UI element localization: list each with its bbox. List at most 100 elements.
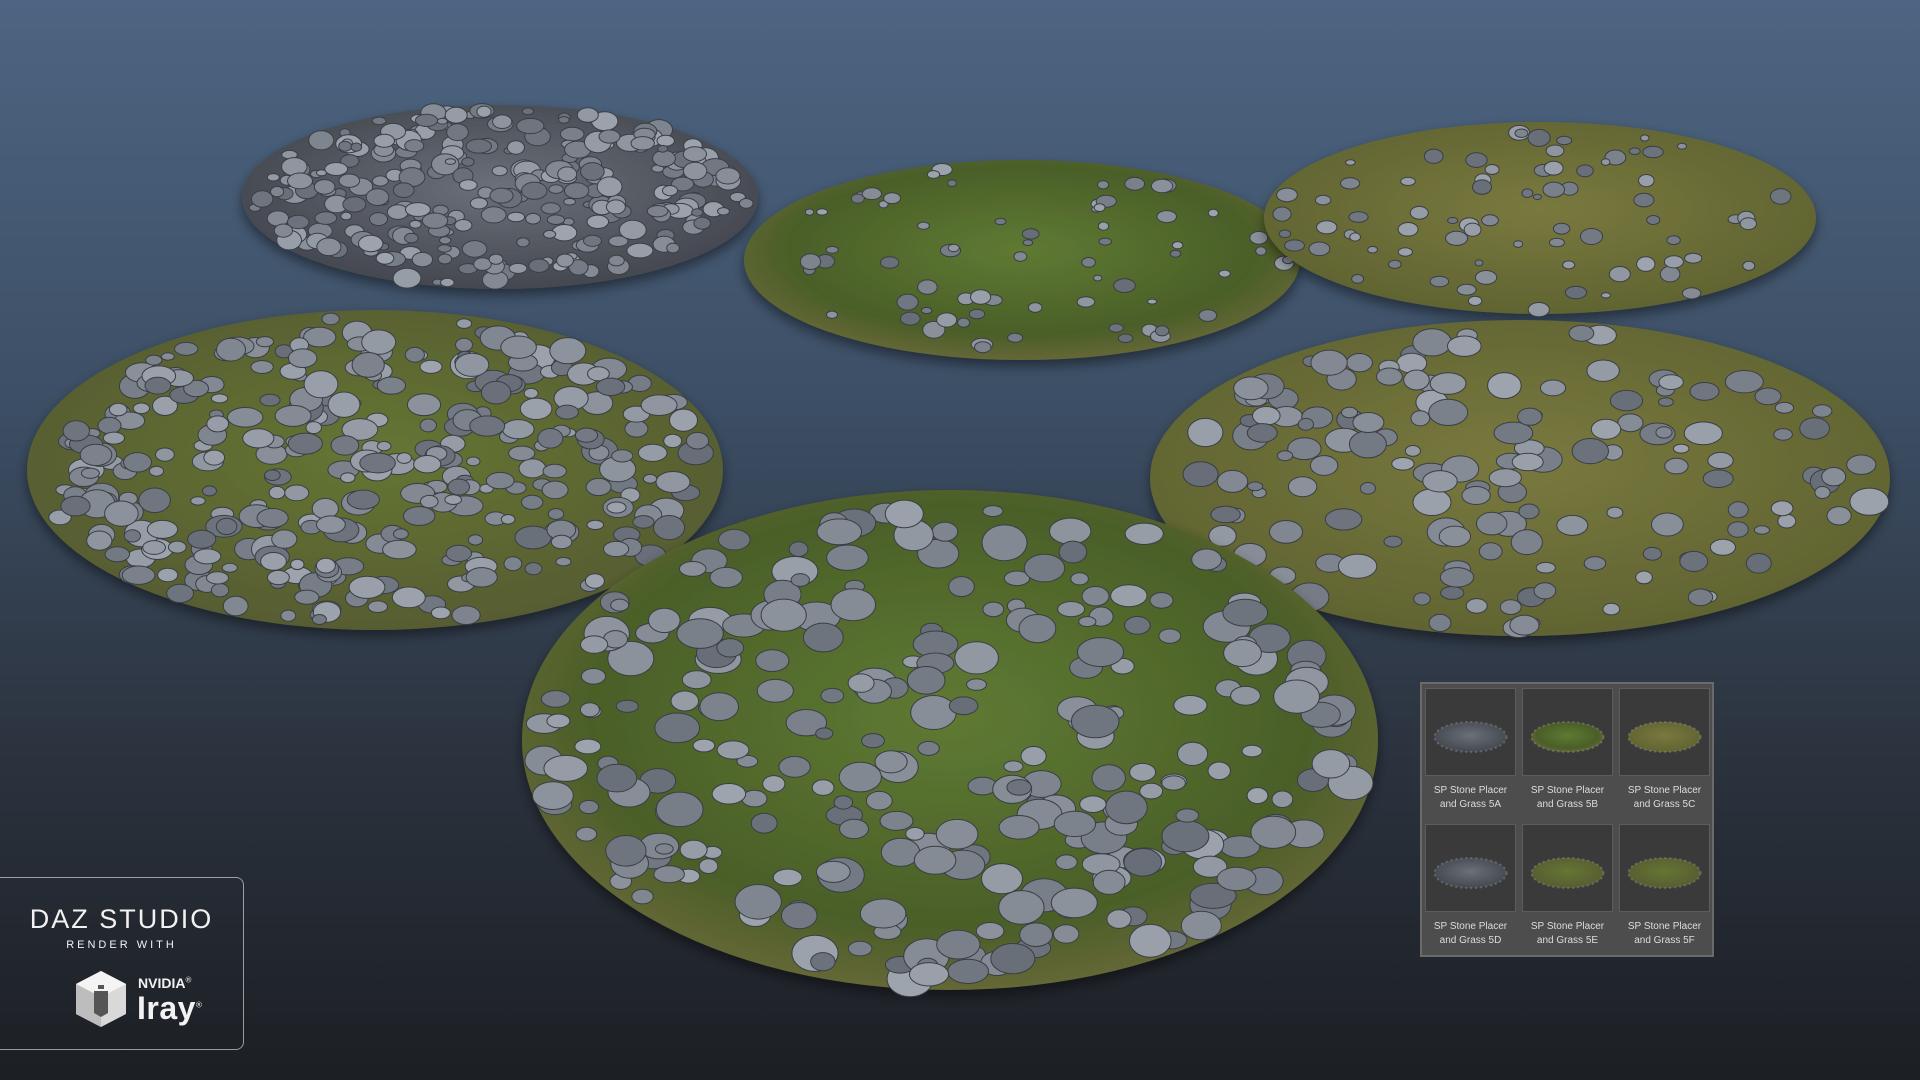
stone — [760, 598, 807, 632]
stone — [838, 761, 882, 793]
product-thumbnail[interactable] — [1425, 688, 1516, 776]
product-thumbnail[interactable] — [1619, 824, 1710, 912]
stone — [670, 690, 700, 712]
stone — [340, 211, 353, 221]
stone — [396, 452, 412, 464]
stone — [430, 606, 451, 620]
stone — [1149, 592, 1174, 609]
product-thumbnail[interactable] — [1522, 824, 1613, 912]
stone — [437, 244, 452, 253]
stone — [271, 529, 298, 549]
stone — [585, 477, 612, 497]
stone — [1552, 222, 1571, 235]
stone — [1518, 503, 1540, 520]
stone — [1429, 372, 1467, 395]
stone — [1638, 174, 1655, 188]
stone — [595, 377, 626, 396]
stone — [1271, 790, 1294, 809]
stone — [610, 598, 630, 612]
stone — [905, 826, 925, 841]
product-thumbnail[interactable] — [1425, 824, 1516, 912]
stone — [1139, 782, 1164, 800]
product-thumbnail[interactable] — [1619, 688, 1710, 776]
stone — [826, 544, 869, 571]
stone — [1535, 561, 1556, 574]
stone — [598, 129, 621, 144]
stone — [1078, 616, 1097, 628]
stone — [1177, 741, 1209, 767]
ground-patch-5f — [522, 490, 1378, 998]
stone — [1461, 486, 1491, 505]
product-tile[interactable]: SP Stone Placer and Grass 5E — [1522, 824, 1613, 960]
stone — [1027, 302, 1043, 313]
product-tile[interactable]: SP Stone Placer and Grass 5C — [1619, 688, 1710, 824]
stone — [1633, 192, 1655, 208]
stone — [1007, 332, 1024, 343]
stone — [419, 418, 437, 433]
stone — [1129, 923, 1172, 958]
stone — [273, 223, 293, 238]
stone — [957, 317, 971, 328]
stone — [1532, 193, 1543, 200]
stone — [605, 199, 626, 215]
product-tile[interactable]: SP Stone Placer and Grass 5D — [1425, 824, 1516, 960]
stone — [1308, 241, 1331, 257]
product-name-line1: SP Stone Placer — [1627, 921, 1702, 932]
product-thumbnail[interactable] — [1522, 688, 1613, 776]
stone — [1568, 324, 1595, 342]
stone — [60, 495, 91, 517]
stone — [102, 431, 126, 445]
stone — [861, 187, 883, 201]
product-caption: SP Stone Placer and Grass 5F — [1619, 920, 1710, 948]
stone — [420, 494, 439, 509]
stone — [663, 433, 683, 449]
stone — [1409, 205, 1429, 220]
stone — [1651, 512, 1684, 537]
stone — [596, 763, 638, 793]
stone — [935, 818, 979, 850]
stone — [861, 733, 885, 749]
stone — [1124, 616, 1151, 635]
stone — [1636, 256, 1656, 272]
stone — [666, 242, 680, 254]
stone — [1105, 790, 1148, 825]
stone — [906, 666, 946, 695]
stone — [816, 518, 863, 546]
stone — [1397, 222, 1419, 237]
product-name-line1: SP Stone Placer — [1433, 785, 1508, 796]
stone — [847, 940, 873, 957]
stone — [1488, 468, 1522, 488]
stone — [778, 756, 811, 778]
stone — [376, 440, 392, 452]
iray-label: Iray® — [137, 990, 203, 1026]
stone — [251, 190, 274, 208]
stone — [469, 197, 488, 210]
stone — [104, 546, 131, 563]
stone — [193, 548, 222, 565]
stone — [1439, 567, 1475, 588]
stone — [1324, 508, 1363, 531]
stone — [142, 540, 167, 555]
stone — [990, 943, 1036, 975]
stone — [608, 254, 625, 267]
product-tile[interactable]: SP Stone Placer and Grass 5A — [1425, 688, 1516, 824]
stone — [451, 605, 481, 626]
product-tile[interactable]: SP Stone Placer and Grass 5F — [1619, 824, 1710, 960]
stone — [1387, 259, 1402, 269]
stone — [1447, 335, 1482, 357]
product-tile[interactable]: SP Stone Placer and Grass 5B — [1522, 688, 1613, 824]
stone — [104, 500, 139, 527]
stone — [1161, 775, 1186, 791]
stone — [1316, 220, 1338, 235]
stone — [583, 234, 602, 247]
stone — [327, 391, 361, 418]
stone — [1182, 461, 1219, 488]
stone — [790, 573, 810, 587]
stone — [654, 712, 701, 744]
stone — [816, 208, 829, 216]
stone — [981, 863, 1023, 895]
stone — [288, 348, 318, 369]
stone — [330, 435, 360, 456]
stone — [580, 668, 607, 685]
stone — [461, 240, 488, 258]
